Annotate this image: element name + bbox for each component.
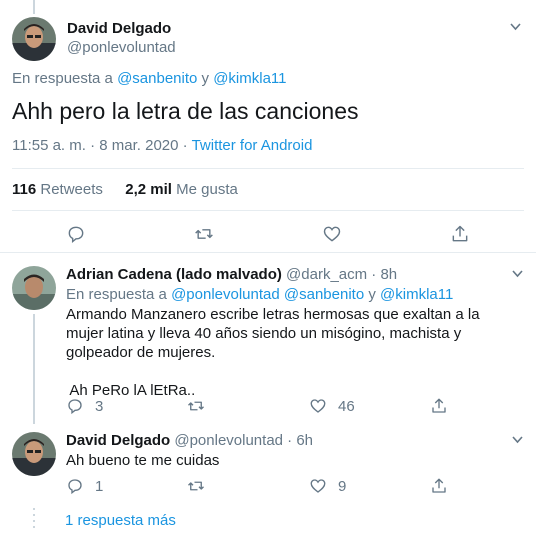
like-button[interactable]: [322, 224, 342, 244]
share-icon: [432, 398, 446, 413]
thread-dots: [33, 508, 35, 533]
tweet-meta: 11:55 a. m. · 8 mar. 2020 · Twitter for …: [12, 137, 312, 154]
author-handle[interactable]: @ponlevoluntad: [67, 39, 176, 56]
likes-label[interactable]: Me gusta: [176, 181, 238, 198]
avatar[interactable]: [12, 17, 56, 61]
caret-down-icon[interactable]: [511, 267, 524, 283]
mention-link[interactable]: @kimkla11: [213, 70, 286, 87]
reply-join: y: [201, 70, 210, 87]
like-icon: [310, 399, 326, 413]
mention-link[interactable]: @kimkla11: [380, 286, 453, 303]
reply-icon: [68, 479, 82, 495]
author-name[interactable]: David Delgado: [66, 432, 170, 449]
author-name[interactable]: Adrian Cadena (lado malvado): [66, 266, 282, 283]
source-link[interactable]: Twitter for Android: [192, 137, 313, 154]
author-handle[interactable]: @ponlevoluntad · 6h: [174, 432, 313, 449]
author-name[interactable]: David Delgado: [67, 20, 171, 37]
reply-context: En respuesta a @ponlevoluntad @sanbenito…: [66, 286, 453, 303]
reply-prefix: En respuesta a: [66, 286, 167, 303]
retweets-count[interactable]: 116: [12, 181, 36, 198]
timestamp[interactable]: 11:55 a. m. · 8 mar. 2020 ·: [12, 137, 188, 154]
like-count: 46: [338, 397, 355, 415]
caret-down-icon[interactable]: [511, 433, 524, 449]
retweet-icon: [195, 229, 213, 239]
engagement-stats: 116 Retweets 2,2 mil Me gusta: [12, 181, 238, 198]
more-replies-link[interactable]: 1 respuesta más: [65, 512, 176, 529]
avatar[interactable]: [12, 432, 56, 476]
reply-button[interactable]: 3: [66, 397, 103, 415]
share-button[interactable]: [430, 477, 448, 495]
share-button[interactable]: [450, 224, 470, 244]
reply-join: y: [368, 286, 376, 303]
share-button[interactable]: [430, 397, 448, 415]
reply-count: 3: [95, 397, 104, 415]
tweet-text: Ahh pero la letra de las canciones: [12, 98, 359, 124]
main-tweet: David Delgado @ponlevoluntad En respuest…: [0, 0, 536, 253]
retweet-button[interactable]: [187, 397, 216, 415]
retweet-icon: [188, 401, 204, 411]
like-button[interactable]: 46: [309, 397, 355, 415]
share-icon: [432, 478, 446, 493]
like-button[interactable]: 9: [309, 477, 346, 495]
reply-prefix: En respuesta a: [12, 70, 113, 87]
reply-header: Adrian Cadena (lado malvado) @dark_acm ·…: [66, 266, 397, 283]
tweet-paragraph: Armando Manzanero escribe letras hermosa…: [66, 306, 480, 361]
thread-connector: [33, 314, 35, 424]
reply-header: David Delgado @ponlevoluntad · 6h: [66, 432, 313, 449]
divider: [12, 168, 524, 169]
like-count: 9: [338, 477, 347, 495]
reply-button[interactable]: 1: [66, 477, 103, 495]
author-handle[interactable]: @dark_acm · 8h: [286, 266, 397, 283]
tweet-text: Ah bueno te me cuidas: [66, 451, 506, 470]
reply-button[interactable]: [66, 224, 86, 244]
retweet-icon: [188, 481, 204, 491]
reply-context: En respuesta a @sanbenito y @kimkla11: [12, 70, 287, 87]
mention-link[interactable]: @ponlevoluntad @sanbenito: [171, 286, 364, 303]
avatar[interactable]: [12, 266, 56, 310]
like-icon: [310, 479, 326, 493]
divider: [12, 210, 524, 211]
tweet-text: Armando Manzanero escribe letras hermosa…: [66, 305, 506, 400]
likes-count[interactable]: 2,2 mil: [125, 181, 172, 198]
retweet-button[interactable]: [187, 477, 216, 495]
share-icon: [452, 225, 468, 242]
retweets-label[interactable]: Retweets: [40, 181, 103, 198]
tweet-paragraph: Ah bueno te me cuidas: [66, 452, 220, 469]
reply-icon: [68, 226, 84, 243]
mention-link[interactable]: @sanbenito: [117, 70, 197, 87]
retweet-button[interactable]: [194, 224, 214, 244]
caret-down-icon[interactable]: [509, 20, 522, 36]
like-icon: [323, 226, 341, 242]
reply-count: 1: [95, 477, 104, 495]
reply-icon: [68, 399, 82, 415]
